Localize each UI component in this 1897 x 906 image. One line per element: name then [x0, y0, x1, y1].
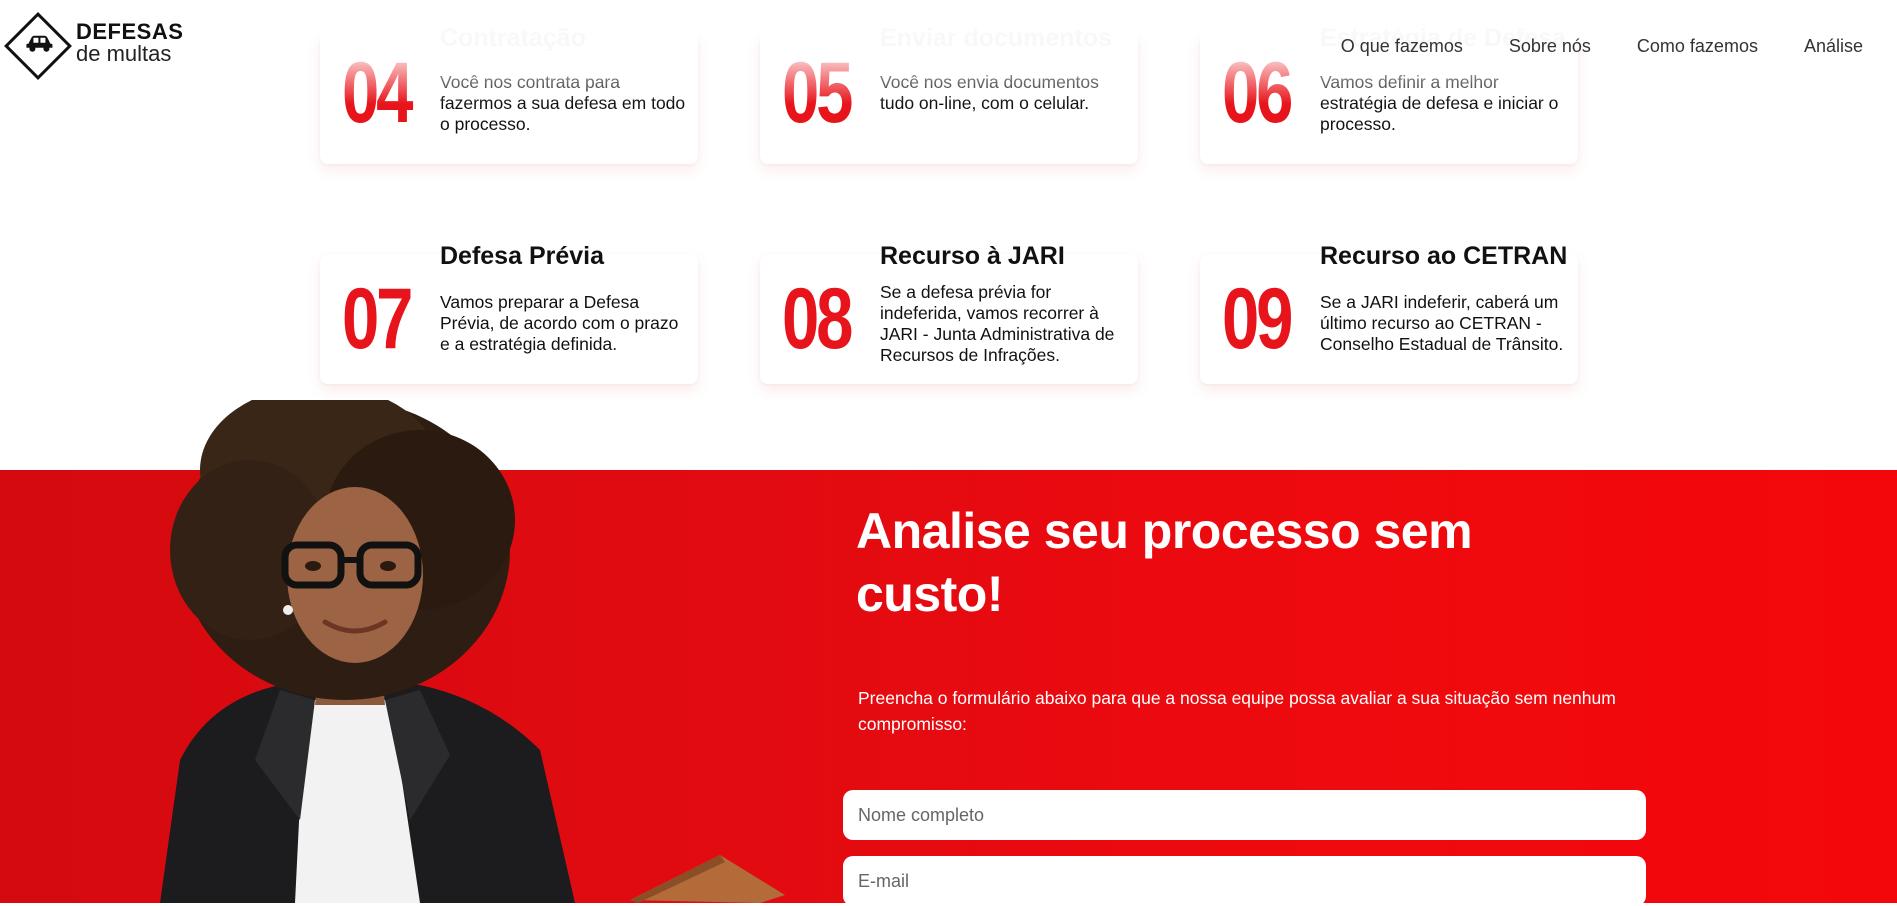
step-description: Vamos preparar a Defesa Prévia, de acord… [440, 292, 679, 354]
brand-tagline: de multas [76, 41, 172, 66]
car-sign-icon [4, 12, 72, 80]
step-card-07: 07 Defesa Prévia Vamos preparar a Defesa… [320, 242, 698, 384]
woman-with-glasses-illustration [160, 400, 785, 903]
cta-subtitle: Preencha o formulário abaixo para que a … [858, 688, 1616, 734]
nav-link-analise[interactable]: Análise [1804, 36, 1863, 57]
cta-heading: Analise seu processo sem custo! [856, 503, 1473, 622]
site-header: DEFESAS de multas O que fazemos Sobre nó… [0, 0, 1897, 96]
main-nav: O que fazemos Sobre nós Como fazemos Aná… [1341, 36, 1863, 57]
nav-link-o-que-fazemos[interactable]: O que fazemos [1341, 36, 1463, 57]
step-number: 08 [782, 270, 853, 367]
step-title: Recurso ao CETRAN [1320, 242, 1568, 270]
brand-name: DEFESAS [76, 19, 184, 44]
step-number: 07 [342, 270, 413, 367]
nav-link-sobre-nos[interactable]: Sobre nós [1509, 36, 1591, 57]
brand-logo[interactable]: DEFESAS de multas [4, 12, 184, 80]
step-description: Se a JARI indeferir, caberá um último re… [1320, 292, 1564, 354]
step-title: Recurso à JARI [880, 242, 1065, 270]
full-name-input[interactable] [843, 790, 1646, 840]
step-number: 09 [1222, 270, 1293, 367]
step-title: Defesa Prévia [440, 242, 605, 270]
step-description: Se a defesa prévia for indeferida, vamos… [880, 282, 1115, 365]
step-card-08: 08 Recurso à JARI Se a defesa prévia for… [760, 242, 1138, 384]
email-input[interactable] [843, 856, 1646, 906]
nav-link-como-fazemos[interactable]: Como fazemos [1637, 36, 1758, 57]
step-card-09: 09 Recurso ao CETRAN Se a JARI indeferir… [1200, 242, 1578, 384]
